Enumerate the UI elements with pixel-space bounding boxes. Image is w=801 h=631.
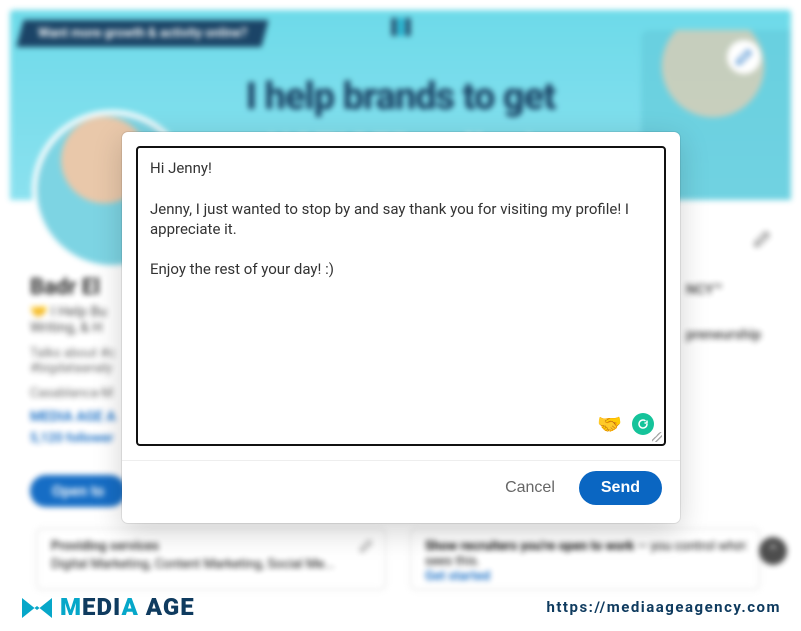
card-body: Digital Marketing, Content Marketing, So… bbox=[51, 557, 371, 572]
open-to-button[interactable]: Open to bbox=[30, 475, 126, 507]
card-title: Providing services bbox=[51, 539, 371, 554]
modal-actions: Cancel Send bbox=[122, 460, 680, 523]
cancel-button[interactable]: Cancel bbox=[495, 471, 565, 505]
get-started-link[interactable]: Get started bbox=[425, 569, 745, 584]
message-textarea-wrap: 🤝 bbox=[136, 146, 666, 446]
send-button[interactable]: Send bbox=[579, 471, 662, 505]
open-to-work-card[interactable]: Show recruiters you're open to work — yo… bbox=[410, 528, 760, 590]
edit-intro-button[interactable] bbox=[753, 230, 771, 252]
close-card-button[interactable]: ✕ bbox=[736, 537, 749, 555]
cover-logo bbox=[391, 18, 410, 36]
card-body-2: Show recruiters you're open to work — yo… bbox=[425, 539, 745, 569]
resize-handle[interactable] bbox=[652, 432, 662, 442]
chevron-up-fab[interactable]: ⌃ bbox=[759, 537, 787, 565]
grammarly-icon[interactable] bbox=[632, 413, 654, 435]
providing-services-card[interactable]: Providing services Digital Marketing, Co… bbox=[36, 528, 386, 590]
envelope-icon bbox=[20, 592, 54, 622]
footer-logo: MMEDIA AGEEDIA AGE bbox=[20, 592, 195, 622]
cover-banner-text: Want more growth & activity online? bbox=[38, 26, 247, 41]
pencil-icon bbox=[735, 48, 753, 66]
message-modal: 🤝 Cancel Send bbox=[122, 132, 680, 523]
watermark-footer: MMEDIA AGEEDIA AGE https://mediaageagenc… bbox=[0, 583, 801, 631]
company-panel: NCY™ preneurship bbox=[686, 278, 761, 348]
footer-url: https://mediaageagency.com bbox=[546, 598, 781, 616]
cover-banner: Want more growth & activity online? bbox=[16, 20, 269, 47]
handshake-icon: 🤝 bbox=[597, 412, 622, 436]
pencil-icon bbox=[359, 539, 373, 553]
edit-card-button[interactable] bbox=[359, 539, 373, 557]
message-textarea[interactable] bbox=[138, 148, 664, 444]
chevron-up-icon: ⌃ bbox=[767, 542, 780, 560]
edit-cover-button[interactable] bbox=[727, 40, 761, 74]
pencil-icon bbox=[753, 230, 771, 248]
